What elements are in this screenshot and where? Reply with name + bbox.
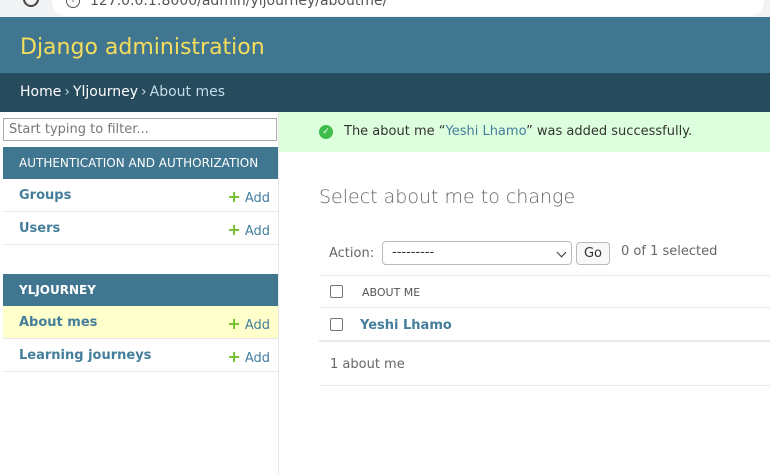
module-yljourney: YLJOURNEY About mes + Add Learning journe… <box>3 274 278 372</box>
result-list: ABOUT ME Yeshi Lhamo <box>319 275 770 342</box>
sidebar-item-label[interactable]: Users <box>19 221 60 236</box>
add-groups-link[interactable]: + Add <box>227 187 270 206</box>
sidebar-item-label[interactable]: Groups <box>19 188 71 203</box>
actions-bar: Action: --------- Go 0 of 1 selected <box>319 238 770 268</box>
url-text[interactable]: 127.0.0.1:8000/admin/yljourney/aboutme/ <box>90 0 387 9</box>
breadcrumb-separator: › <box>141 84 147 100</box>
chevron-down-icon <box>556 247 567 258</box>
paginator: 1 about me <box>319 343 770 386</box>
nav-sidebar: AUTHENTICATION AND AUTHORIZATION Groups … <box>0 112 279 475</box>
action-label: Action: <box>329 246 375 261</box>
message-suffix: ” was added successfully. <box>526 124 693 139</box>
select-all-checkbox[interactable] <box>330 285 343 298</box>
success-message: ✓ The about me “Yeshi Lhamo” was added s… <box>279 112 770 152</box>
add-learning-journey-link[interactable]: + Add <box>227 347 270 366</box>
sidebar-item-groups: Groups + Add <box>3 179 278 212</box>
action-select-value: --------- <box>392 245 435 260</box>
plus-icon: + <box>227 187 241 206</box>
sidebar-item-label[interactable]: Learning journeys <box>19 348 151 363</box>
module-title[interactable]: YLJOURNEY <box>3 274 278 306</box>
add-label: Add <box>244 318 270 333</box>
site-title[interactable]: Django administration <box>20 35 265 60</box>
breadcrumb-separator: › <box>64 84 70 100</box>
add-users-link[interactable]: + Add <box>227 220 270 239</box>
sidebar-item-about-mes: About mes + Add <box>3 306 278 339</box>
sidebar-item-learning-journeys: Learning journeys + Add <box>3 339 278 372</box>
plus-icon: + <box>227 347 241 366</box>
breadcrumb-current: About mes <box>149 84 226 100</box>
breadcrumb-app[interactable]: Yljourney <box>73 84 138 100</box>
message-text: The about me “Yeshi Lhamo” was added suc… <box>344 124 692 139</box>
message-object-link[interactable]: Yeshi Lhamo <box>445 124 526 139</box>
breadcrumb: Home › Yljourney › About mes <box>0 73 770 112</box>
add-about-me-link[interactable]: + Add <box>227 314 270 333</box>
action-select[interactable]: --------- <box>382 241 572 265</box>
row-link[interactable]: Yeshi Lhamo <box>360 318 452 333</box>
breadcrumb-home[interactable]: Home <box>20 84 61 100</box>
page-title: Select about me to change <box>319 186 576 208</box>
add-label: Add <box>244 224 270 239</box>
nav-filter-input[interactable] <box>3 118 277 141</box>
browser-address-bar: i 127.0.0.1:8000/admin/yljourney/aboutme… <box>0 0 770 17</box>
row-checkbox[interactable] <box>330 318 343 331</box>
go-button[interactable]: Go <box>576 242 610 265</box>
admin-header: Django administration <box>0 17 770 73</box>
checkmark-icon: ✓ <box>319 125 333 139</box>
reload-icon[interactable] <box>23 0 39 7</box>
plus-icon: + <box>227 220 241 239</box>
module-title[interactable]: AUTHENTICATION AND AUTHORIZATION <box>3 147 278 179</box>
sidebar-item-label[interactable]: About mes <box>19 315 97 330</box>
plus-icon: + <box>227 314 241 333</box>
module-auth: AUTHENTICATION AND AUTHORIZATION Groups … <box>3 147 278 245</box>
add-label: Add <box>244 191 270 206</box>
sidebar-item-users: Users + Add <box>3 212 278 245</box>
table-header: ABOUT ME <box>319 275 770 308</box>
column-header-about-me[interactable]: ABOUT ME <box>362 286 420 299</box>
table-row: Yeshi Lhamo <box>319 308 770 342</box>
add-label: Add <box>244 351 270 366</box>
selection-counter: 0 of 1 selected <box>621 244 718 259</box>
message-prefix: The about me “ <box>344 124 446 139</box>
result-count: 1 about me <box>330 357 405 372</box>
